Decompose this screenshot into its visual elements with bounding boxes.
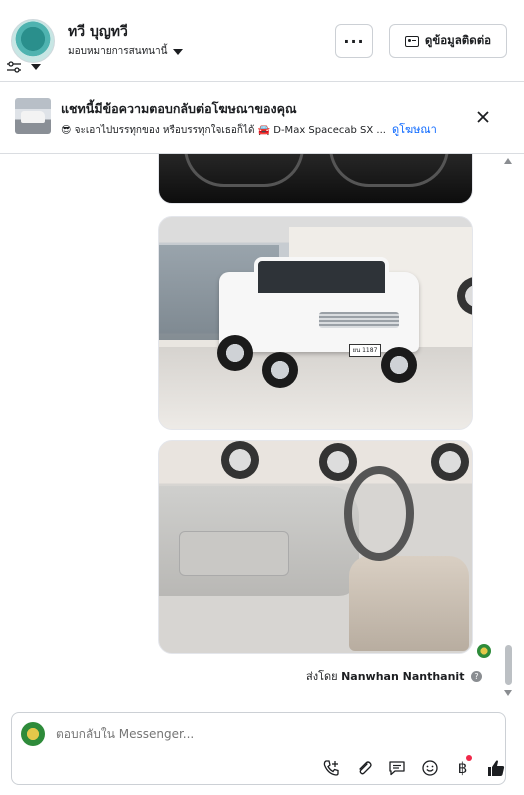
attachment-icon[interactable] xyxy=(347,757,380,779)
message-photo[interactable] xyxy=(158,154,473,204)
payment-baht-icon[interactable]: ฿ xyxy=(446,755,479,779)
conversation-header: ทวี บุญทวี มอบหมายการสนทนานี้ ··· ดูข้อม… xyxy=(0,0,524,82)
ad-banner-title: แชทนี้มีข้อความตอบกลับต่อโฆษณาของคุณ xyxy=(61,101,297,116)
filter-icon[interactable] xyxy=(7,61,21,73)
user-name: ทวี บุญทวี xyxy=(68,24,128,40)
sent-by-label: ส่งโดย Nanwhan Nanthanit ? xyxy=(306,667,482,685)
message-photo[interactable]: ยน 1187 xyxy=(158,216,473,430)
ad-reply-banner: แชทนี้มีข้อความตอบกลับต่อโฆษณาของคุณ 😎 จ… xyxy=(0,83,524,154)
seen-avatar xyxy=(477,644,491,658)
contact-card-icon xyxy=(404,35,419,47)
sender-name: Nanwhan Nanthanit xyxy=(341,670,465,683)
sent-by-prefix: ส่งโดย xyxy=(306,670,338,683)
assign-conversation-dropdown[interactable]: มอบหมายการสนทนานี้ xyxy=(68,44,184,59)
avatar[interactable] xyxy=(11,19,55,63)
help-icon[interactable]: ? xyxy=(470,671,482,682)
view-contact-button[interactable]: ดูข้อมูลติดต่อ xyxy=(389,24,507,58)
ad-description-row: 😎 จะเอาไปบรรทุกของ หรือบรรทุกใจเธอก็ได้ … xyxy=(61,120,451,138)
assign-label: มอบหมายการสนทนานี้ xyxy=(68,46,168,57)
reply-input[interactable] xyxy=(56,727,456,741)
ad-thumbnail[interactable] xyxy=(15,98,51,134)
notification-dot xyxy=(466,755,472,761)
page-avatar xyxy=(21,722,45,746)
composer-toolbar: ฿ xyxy=(314,755,512,779)
scroll-down-arrow[interactable] xyxy=(504,690,512,696)
baht-symbol: ฿ xyxy=(457,759,468,777)
view-contact-label: ดูข้อมูลติดต่อ xyxy=(424,33,492,47)
message-thread: ยน 1187 ส่งโดย Nanwhan Nanthanit ? xyxy=(0,154,524,710)
like-icon[interactable] xyxy=(479,757,512,779)
message-photo[interactable] xyxy=(158,440,473,654)
saved-replies-icon[interactable] xyxy=(380,757,413,779)
view-ad-link[interactable]: ดูโฆษณา xyxy=(392,123,437,136)
emoji-icon[interactable] xyxy=(413,757,446,779)
call-icon[interactable] xyxy=(314,757,347,779)
chevron-down-icon[interactable] xyxy=(31,64,41,70)
scrollbar-thumb[interactable] xyxy=(505,645,512,685)
license-plate: ยน 1187 xyxy=(349,344,381,357)
message-composer: ฿ xyxy=(11,712,506,785)
close-icon[interactable] xyxy=(474,108,492,126)
scroll-up-arrow[interactable] xyxy=(504,158,512,164)
ad-description: 😎 จะเอาไปบรรทุกของ หรือบรรทุกใจเธอก็ได้ … xyxy=(61,125,386,136)
more-options-button[interactable]: ··· xyxy=(335,24,373,58)
chevron-down-icon xyxy=(173,48,184,55)
